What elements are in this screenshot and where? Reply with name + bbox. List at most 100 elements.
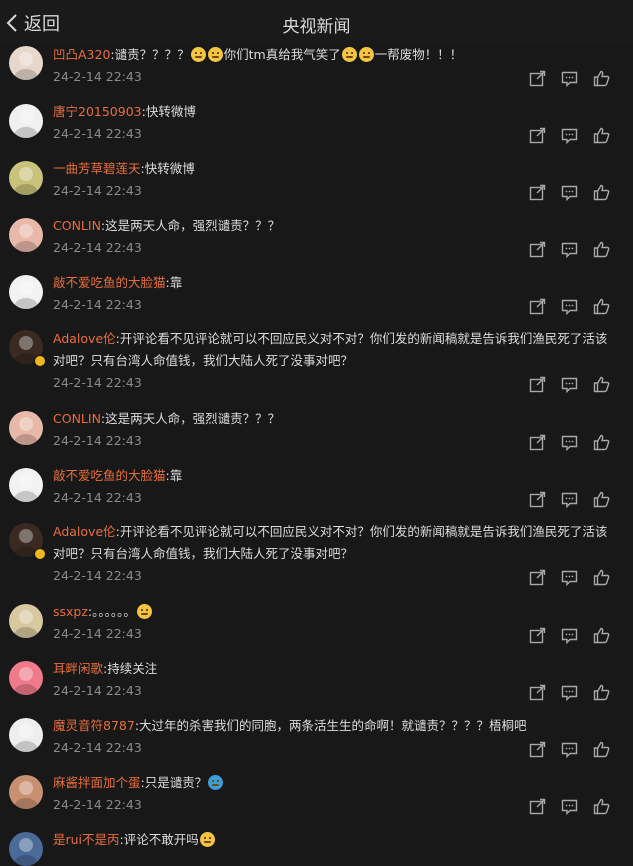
like-icon[interactable] xyxy=(593,70,610,87)
comment-body: :快转微博 xyxy=(140,161,195,176)
comment-icon[interactable] xyxy=(561,184,578,201)
verified-badge-icon xyxy=(34,355,46,367)
comment-icon[interactable] xyxy=(561,376,578,393)
repost-icon[interactable] xyxy=(529,684,546,701)
repost-icon[interactable] xyxy=(529,70,546,87)
comment-username[interactable]: 敲不爱吃鱼的大脸猫 xyxy=(53,468,166,483)
avatar[interactable] xyxy=(9,468,43,502)
comment-username[interactable]: 凹凸A320 xyxy=(53,47,110,62)
comment-username[interactable]: CONLIN xyxy=(53,218,101,233)
comment-username[interactable]: 敲不爱吃鱼的大脸猫 xyxy=(53,275,166,290)
like-icon[interactable] xyxy=(593,434,610,451)
avatar[interactable] xyxy=(9,161,43,195)
comment-username[interactable]: Adalove伦 xyxy=(53,524,116,539)
comment-text: 一曲芳草碧莲天:快转微博 xyxy=(53,158,613,180)
comment-username[interactable]: 耳畔闲歌 xyxy=(53,661,103,676)
avatar[interactable] xyxy=(9,411,43,445)
comment-icon[interactable] xyxy=(561,569,578,586)
comment-text: 麻酱拌面加个蛋:只是谴责？ xyxy=(53,772,613,794)
like-icon[interactable] xyxy=(593,569,610,586)
comment-body: :持续关注 xyxy=(103,661,158,676)
comment-icon[interactable] xyxy=(561,491,578,508)
comment-username[interactable]: 魔灵音符8787 xyxy=(53,718,135,733)
comment-icon[interactable] xyxy=(561,241,578,258)
repost-icon[interactable] xyxy=(529,376,546,393)
like-icon[interactable] xyxy=(593,298,610,315)
comment-username[interactable]: 是rui不是丙 xyxy=(53,832,120,847)
comment-text: 魔灵音符8787:大过年的杀害我们的同胞，两条活生生的命啊！就谴责？？？？梧桐吧 xyxy=(53,715,613,737)
comment-actions xyxy=(529,798,610,815)
comment-time: 24-2-14 22:43 xyxy=(53,490,142,505)
comment-actions xyxy=(529,241,610,258)
comment-body: :这是两天人命，强烈谴责？？？ xyxy=(100,218,281,233)
comment-text: CONLIN:这是两天人命，强烈谴责？？？ xyxy=(53,215,613,237)
comment-username[interactable]: CONLIN xyxy=(53,411,101,426)
avatar[interactable] xyxy=(9,104,43,138)
repost-icon[interactable] xyxy=(529,434,546,451)
comment-text: Adalove伦:开评论看不见评论就可以不回应民义对不对？你们发的新闻稿就是告诉… xyxy=(53,328,613,372)
emoji-icon xyxy=(136,604,152,619)
comment-username[interactable]: Adalove伦 xyxy=(53,331,116,346)
comment-icon[interactable] xyxy=(561,70,578,87)
comment-username[interactable]: 唐宁20150903 xyxy=(53,104,142,119)
repost-icon[interactable] xyxy=(529,127,546,144)
like-icon[interactable] xyxy=(593,491,610,508)
repost-icon[interactable] xyxy=(529,184,546,201)
top-bar: 返回 央视新闻 xyxy=(0,0,633,44)
comment-body: :快转微博 xyxy=(141,104,196,119)
avatar[interactable] xyxy=(9,46,43,80)
avatar[interactable] xyxy=(9,604,43,638)
avatar[interactable] xyxy=(9,832,43,866)
comment-time: 24-2-14 22:43 xyxy=(53,183,142,198)
repost-icon[interactable] xyxy=(529,569,546,586)
comment-actions xyxy=(529,627,610,644)
comment-time: 24-2-14 22:43 xyxy=(53,683,142,698)
comment-actions xyxy=(529,684,610,701)
comment-icon[interactable] xyxy=(561,627,578,644)
like-icon[interactable] xyxy=(593,741,610,758)
repost-icon[interactable] xyxy=(529,491,546,508)
comment-body: :评论不敢开吗 xyxy=(119,832,199,847)
avatar[interactable] xyxy=(9,218,43,252)
comment-icon[interactable] xyxy=(561,684,578,701)
comment-icon[interactable] xyxy=(561,741,578,758)
like-icon[interactable] xyxy=(593,184,610,201)
comment-icon[interactable] xyxy=(561,434,578,451)
comment-text: 是rui不是丙:评论不敢开吗 xyxy=(53,829,613,851)
repost-icon[interactable] xyxy=(529,798,546,815)
like-icon[interactable] xyxy=(593,127,610,144)
repost-icon[interactable] xyxy=(529,241,546,258)
comment-time: 24-2-14 22:43 xyxy=(53,797,142,812)
emoji-icon xyxy=(190,47,206,62)
comment-body-end: 一帮废物！！！ xyxy=(374,47,463,62)
repost-icon[interactable] xyxy=(529,627,546,644)
comment-actions xyxy=(529,70,610,87)
comment-icon[interactable] xyxy=(561,798,578,815)
comment-time: 24-2-14 22:43 xyxy=(53,568,142,583)
like-icon[interactable] xyxy=(593,798,610,815)
like-icon[interactable] xyxy=(593,627,610,644)
comment-body: :这是两天人命，强烈谴责？？？ xyxy=(100,411,281,426)
comment-username[interactable]: 一曲芳草碧莲天 xyxy=(53,161,141,176)
like-icon[interactable] xyxy=(593,241,610,258)
like-icon[interactable] xyxy=(593,376,610,393)
comment-time: 24-2-14 22:43 xyxy=(53,69,142,84)
comment-icon[interactable] xyxy=(561,127,578,144)
comment-body: :大过年的杀害我们的同胞，两条活生生的命啊！就谴责？？？？梧桐吧 xyxy=(134,718,527,733)
comment-actions xyxy=(529,491,610,508)
avatar[interactable] xyxy=(9,775,43,809)
comment-icon[interactable] xyxy=(561,298,578,315)
repost-icon[interactable] xyxy=(529,741,546,758)
comment-username[interactable]: 麻酱拌面加个蛋 xyxy=(53,775,141,790)
comment-text: 耳畔闲歌:持续关注 xyxy=(53,658,613,680)
comment-username[interactable]: ssxpz xyxy=(53,604,88,619)
avatar[interactable] xyxy=(9,661,43,695)
comment-time: 24-2-14 22:43 xyxy=(53,375,142,390)
repost-icon[interactable] xyxy=(529,298,546,315)
avatar[interactable] xyxy=(9,718,43,752)
emoji-icon xyxy=(208,775,224,790)
avatar[interactable] xyxy=(9,275,43,309)
like-icon[interactable] xyxy=(593,684,610,701)
comment-time: 24-2-14 22:43 xyxy=(53,433,142,448)
comment-text: 敲不爱吃鱼的大脸猫:靠 xyxy=(53,272,613,294)
